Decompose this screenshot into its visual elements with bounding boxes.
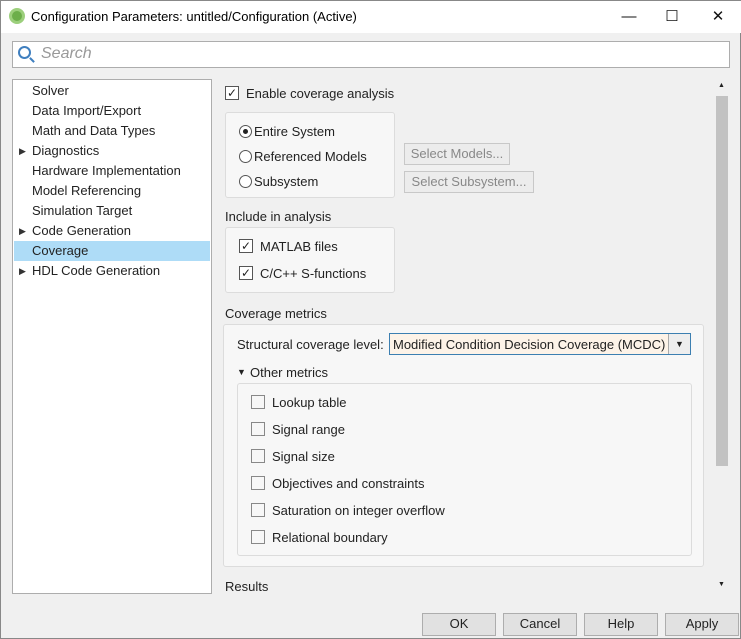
metrics-group: Structural coverage level: Modified Cond… [223, 324, 704, 567]
chevron-down-icon[interactable]: ▼ [668, 334, 690, 354]
include-group: ✓ MATLAB files ✓ C/C++ S-functions [225, 227, 395, 293]
search-placeholder: Search [41, 45, 92, 62]
tree-item[interactable]: ▶ HDL Code Generation [14, 261, 210, 281]
scroll-up-icon[interactable]: ▲ [718, 82, 725, 89]
other-metrics-group: Lookup table Signal range Signal size Objec… [237, 383, 692, 556]
metric-checkbox[interactable] [251, 395, 265, 409]
minimize-button[interactable]: — [606, 1, 652, 33]
dropdown-value: Modified Condition Decision Coverage (MC… [393, 337, 666, 352]
tree-item[interactable]: Solver [14, 81, 210, 101]
tree-item-label: Solver [32, 83, 69, 98]
radio-referenced-models[interactable] [239, 150, 252, 163]
results-heading: Results [225, 579, 269, 594]
radio-subsystem[interactable] [239, 175, 252, 188]
tree-item-label: Data Import/Export [32, 103, 142, 118]
tree-item-label: Math and Data Types [32, 123, 156, 138]
search-icon-handle [29, 57, 35, 63]
tree-item-label: Model Referencing [32, 183, 142, 198]
search-input[interactable]: Search [12, 41, 730, 68]
metric-label: Objectives and constraints [272, 476, 425, 491]
category-tree: Solver Data Import/Export Math and Data Ty… [12, 79, 212, 594]
radio-entire-system[interactable] [239, 125, 252, 138]
expand-arrow-icon[interactable]: ▶ [19, 141, 26, 161]
ok-button[interactable]: OK [422, 613, 496, 636]
select-subsystem-button[interactable]: Select Subsystem... [404, 171, 534, 193]
app-gear-icon [9, 8, 25, 24]
tree-item[interactable]: ▶ Diagnostics [14, 141, 210, 161]
radio-label: Subsystem [254, 174, 319, 189]
tree-item[interactable]: Simulation Target [14, 201, 210, 221]
maximize-button[interactable]: ☐ [649, 1, 695, 33]
tree-item[interactable]: Hardware Implementation [14, 161, 210, 181]
tree-item-label: Hardware Implementation [32, 163, 181, 178]
metric-label: Saturation on integer overflow [272, 503, 445, 518]
metric-label: Signal range [272, 422, 345, 437]
scope-group: Entire System Referenced Models Subsyste… [225, 112, 395, 198]
metric-label: Lookup table [272, 395, 347, 410]
tree-item[interactable]: ▶ Code Generation [14, 221, 210, 241]
tree-item[interactable]: Data Import/Export [14, 101, 210, 121]
structural-label: Structural coverage level: [237, 337, 384, 352]
tree-item-label: Simulation Target [32, 203, 133, 218]
metric-checkbox[interactable] [251, 476, 265, 490]
tree-item[interactable]: Math and Data Types [14, 121, 210, 141]
metrics-heading: Coverage metrics [225, 306, 327, 321]
checkbox-label: MATLAB files [260, 239, 338, 254]
metric-checkbox[interactable] [251, 503, 265, 517]
other-metrics-toggle[interactable]: Other metrics [250, 365, 328, 380]
collapse-triangle-icon[interactable]: ▼ [237, 365, 246, 380]
title-bar: Configuration Parameters: untitled/Confi… [1, 1, 741, 33]
window-title: Configuration Parameters: untitled/Confi… [31, 9, 357, 24]
radio-label: Referenced Models [254, 149, 367, 164]
metric-label: Relational boundary [272, 530, 388, 545]
expand-arrow-icon[interactable]: ▶ [19, 261, 26, 281]
apply-button[interactable]: Apply [665, 613, 739, 636]
tree-item-label: Diagnostics [32, 143, 100, 158]
coverage-panel: ✓ Enable coverage analysis Entire System… [214, 79, 730, 594]
structural-coverage-dropdown[interactable]: Modified Condition Decision Coverage (MC… [389, 333, 691, 355]
tree-item[interactable]: Coverage [14, 241, 210, 261]
metric-checkbox[interactable] [251, 530, 265, 544]
radio-label: Entire System [254, 124, 335, 139]
scrollbar-thumb[interactable] [716, 96, 728, 466]
tree-item-label: HDL Code Generation [32, 263, 161, 278]
sfunctions-checkbox[interactable]: ✓ [239, 266, 253, 280]
expand-arrow-icon[interactable]: ▶ [19, 221, 26, 241]
enable-coverage-checkbox[interactable]: ✓ [225, 86, 239, 100]
close-button[interactable]: ✕ [695, 1, 741, 33]
metric-checkbox[interactable] [251, 422, 265, 436]
cancel-button[interactable]: Cancel [503, 613, 577, 636]
matlab-files-checkbox[interactable]: ✓ [239, 239, 253, 253]
enable-coverage-label: Enable coverage analysis [246, 86, 395, 101]
metric-label: Signal size [272, 449, 335, 464]
metric-checkbox[interactable] [251, 449, 265, 463]
tree-item-label: Coverage [32, 243, 89, 258]
help-button[interactable]: Help [584, 613, 658, 636]
select-models-button[interactable]: Select Models... [404, 143, 510, 165]
tree-item-label: Code Generation [32, 223, 132, 238]
checkbox-label: C/C++ S-functions [260, 266, 367, 281]
include-heading: Include in analysis [225, 209, 332, 224]
tree-item[interactable]: Model Referencing [14, 181, 210, 201]
scroll-down-icon[interactable]: ▼ [718, 581, 725, 588]
